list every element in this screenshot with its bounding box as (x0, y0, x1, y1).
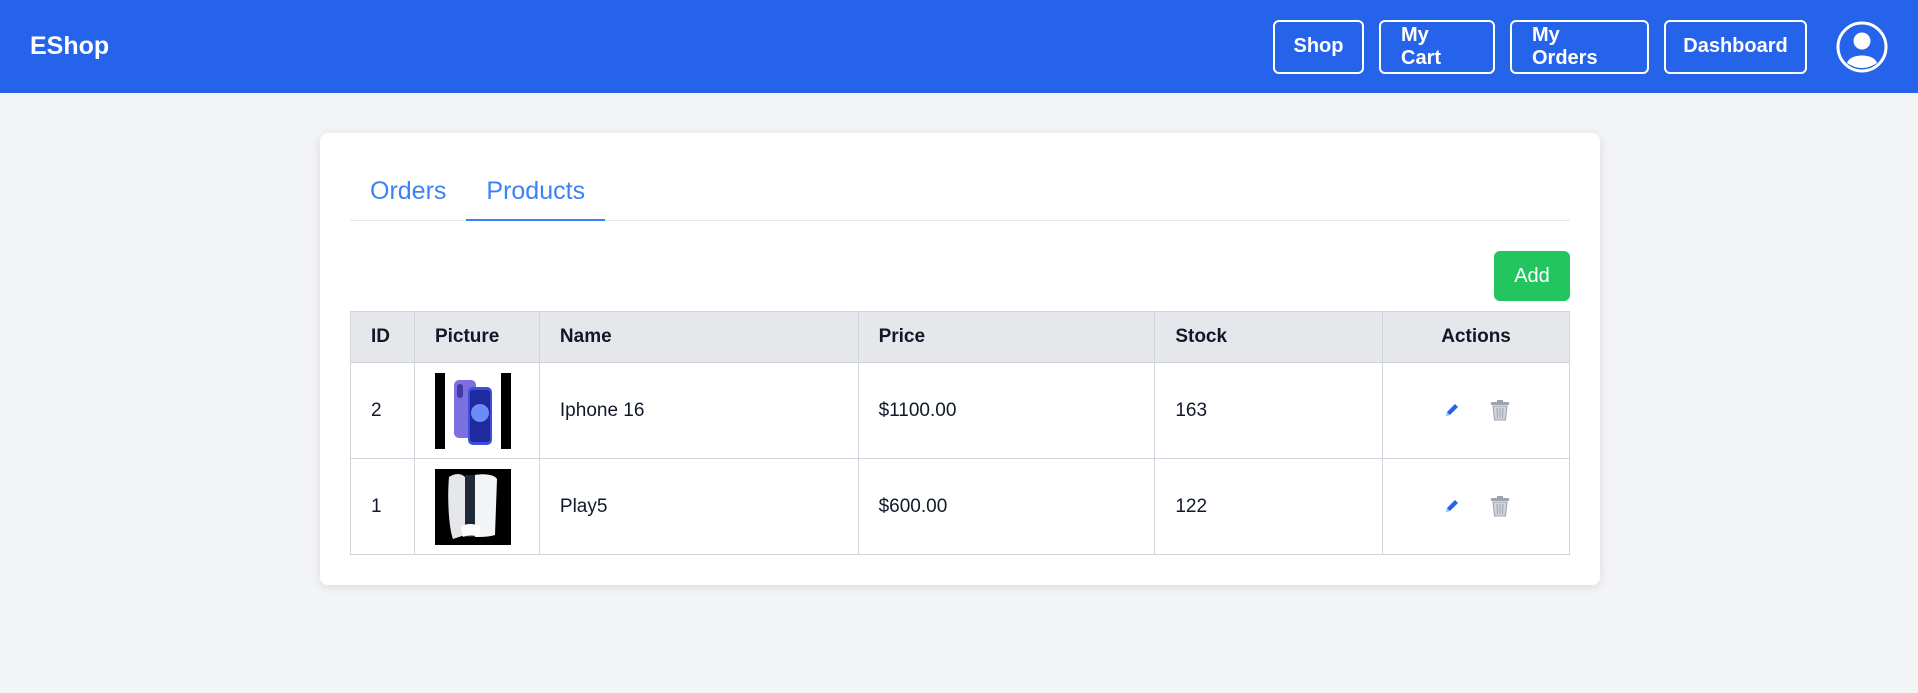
my-orders-button[interactable]: My Orders (1510, 19, 1649, 74)
cell-price: $600.00 (857, 458, 1156, 555)
user-circle-icon[interactable] (1836, 21, 1888, 73)
nav-actions: Shop My Cart My Orders Dashboard (1273, 19, 1888, 74)
navbar: EShop Shop My Cart My Orders Dashboard (0, 0, 1918, 93)
tab-orders[interactable]: Orders (350, 173, 466, 221)
header-id: ID (350, 311, 415, 363)
tab-products[interactable]: Products (466, 173, 606, 221)
cell-picture (413, 362, 540, 459)
my-cart-button[interactable]: My Cart (1379, 19, 1495, 74)
cell-actions (1382, 458, 1570, 555)
edit-pencil-icon[interactable] (1441, 399, 1463, 421)
header-name: Name (538, 311, 859, 363)
header-actions: Actions (1382, 311, 1570, 363)
delete-trash-icon[interactable] (1489, 399, 1511, 421)
products-panel: Orders Products Add ID Picture Name Pric… (320, 133, 1600, 585)
table-row: 1 Play5 $600.00 122 (350, 458, 1570, 555)
table-header-row: ID Picture Name Price Stock Actions (350, 311, 1570, 363)
table-row: 2 Iphone 16 $1100.00 163 (350, 362, 1570, 459)
dashboard-button[interactable]: Dashboard (1664, 19, 1807, 74)
cell-stock: 122 (1154, 458, 1384, 555)
edit-pencil-icon[interactable] (1441, 495, 1463, 517)
add-product-button[interactable]: Add (1494, 251, 1570, 301)
dashboard-tabs: Orders Products (350, 173, 1570, 221)
products-table: ID Picture Name Price Stock Actions 2 Ip… (350, 311, 1570, 555)
console-image (434, 468, 511, 545)
cell-name: Play5 (538, 458, 859, 555)
delete-trash-icon[interactable] (1489, 495, 1511, 517)
brand-logo[interactable]: EShop (30, 32, 109, 61)
shop-button[interactable]: Shop (1273, 19, 1364, 74)
cell-price: $1100.00 (857, 362, 1156, 459)
header-picture: Picture (413, 311, 540, 363)
header-stock: Stock (1154, 311, 1384, 363)
cell-name: Iphone 16 (538, 362, 859, 459)
cell-id: 1 (350, 458, 415, 555)
cell-id: 2 (350, 362, 415, 459)
phone-image (434, 372, 511, 449)
cell-actions (1382, 362, 1570, 459)
cell-stock: 163 (1154, 362, 1384, 459)
cell-picture (413, 458, 540, 555)
header-price: Price (857, 311, 1156, 363)
